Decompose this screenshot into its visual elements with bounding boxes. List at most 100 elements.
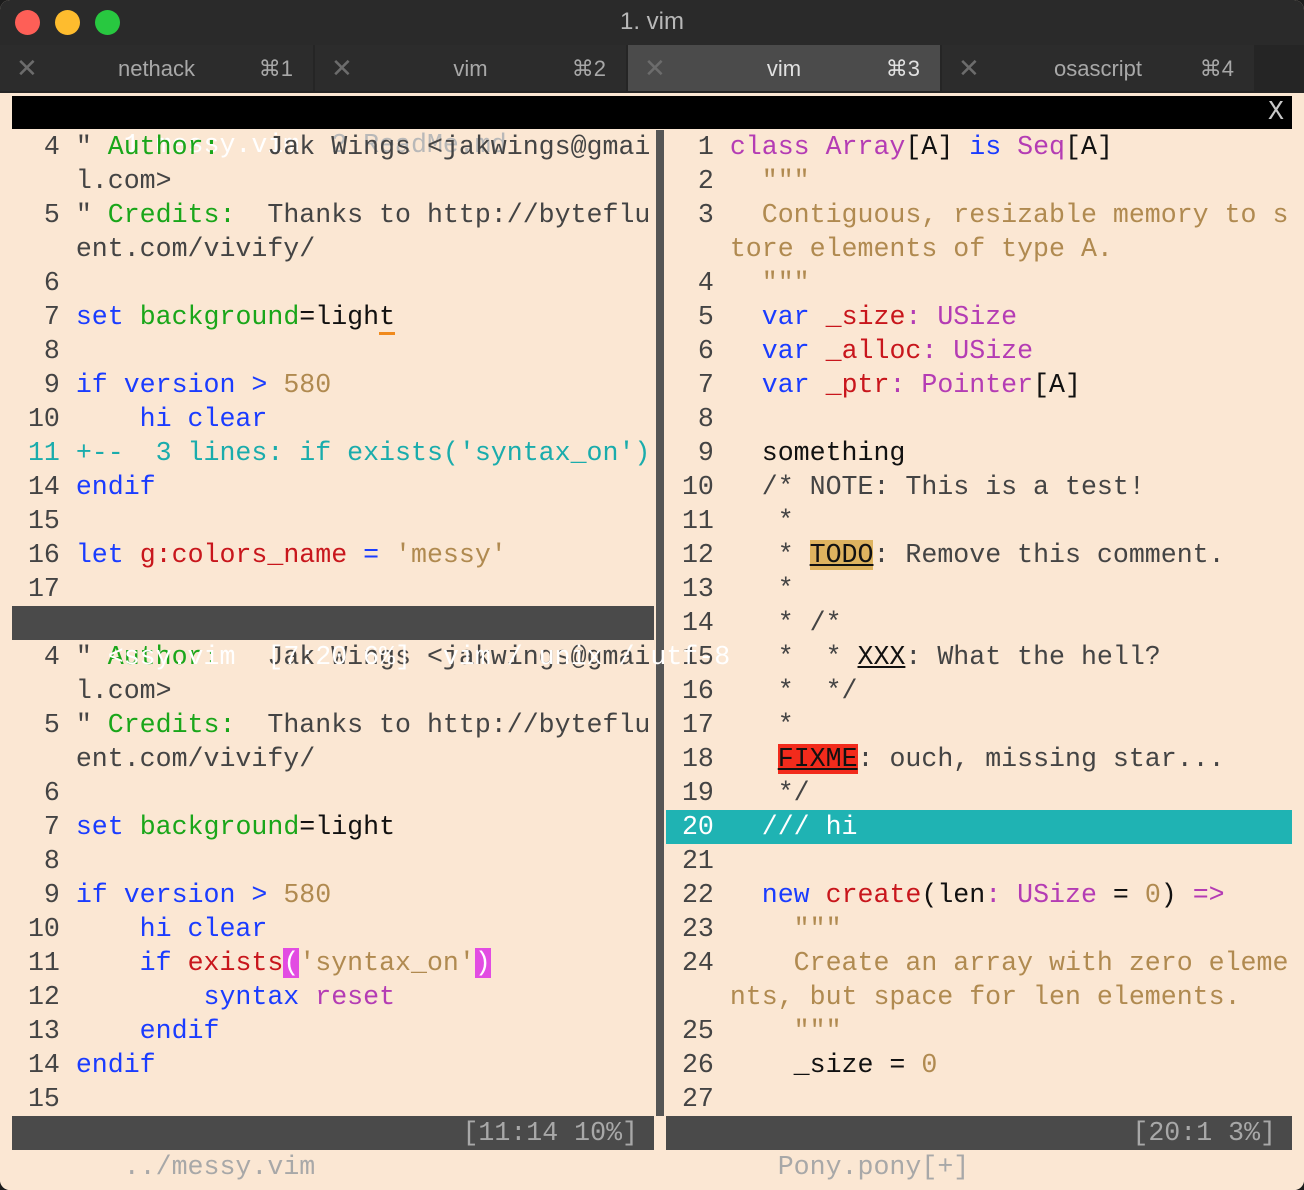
tab-vim-3[interactable]: ✕ vim ⌘3 xyxy=(628,45,940,91)
code-line[interactable]: 15 xyxy=(12,504,654,538)
status-filename: ../messy.vim xyxy=(107,1152,316,1182)
code-line[interactable]: 16 let g:colors_name = 'messy' xyxy=(12,538,654,572)
code-line-current[interactable]: 20 /// hi xyxy=(666,810,1292,844)
code-token-tan: 580 xyxy=(283,880,332,910)
code-line[interactable]: 9 something xyxy=(666,436,1292,470)
code-line[interactable]: 12 syntax reset xyxy=(12,980,654,1014)
code-line[interactable]: 13 endif xyxy=(12,1014,654,1048)
vim-tab-close-button[interactable]: X xyxy=(1268,96,1284,129)
line-number: 9 xyxy=(12,370,76,400)
code-line[interactable]: 26 _size = 0 xyxy=(666,1048,1292,1082)
vim-editor[interactable]: 1 messy.vim 2 ReadMe.md X 4 " Author: Ja… xyxy=(0,93,1304,1190)
tab-shortcut: ⌘3 xyxy=(885,56,920,81)
tab-vim-2[interactable]: ✕ vim ⌘2 xyxy=(315,45,626,91)
code-token-black: (len xyxy=(921,880,986,910)
tab-nethack[interactable]: ✕ nethack ⌘1 xyxy=(0,45,313,91)
code-line[interactable]: 11 * xyxy=(666,504,1292,538)
code-token-green: background xyxy=(139,812,300,842)
vertical-split-separator[interactable] xyxy=(654,130,666,1116)
code-token-red: _ptr xyxy=(825,370,890,400)
code-line[interactable]: 27 xyxy=(666,1082,1292,1116)
code-token-xxx: XXX xyxy=(857,642,906,672)
code-line[interactable]: 2 """ xyxy=(666,164,1292,198)
code-line[interactable]: 6 xyxy=(12,266,654,300)
window-title: 1. vim xyxy=(619,8,684,35)
code-line[interactable]: tore elements of type A. xyxy=(666,232,1292,266)
code-line[interactable]: l.com> xyxy=(12,164,654,198)
line-number: 16 xyxy=(12,540,76,570)
tab-osascript[interactable]: ✕ osascript ⌘4 xyxy=(942,45,1254,91)
code-line[interactable]: 25 """ xyxy=(666,1014,1292,1048)
code-line[interactable]: 15 xyxy=(12,1082,654,1116)
code-line[interactable]: 14 endif xyxy=(12,1048,654,1082)
code-line[interactable]: 9 if version > 580 xyxy=(12,878,654,912)
code-line[interactable]: 11 if exists('syntax_on') xyxy=(12,946,654,980)
code-line[interactable]: 6 xyxy=(12,776,654,810)
code-line[interactable]: 10 hi clear xyxy=(12,402,654,436)
code-line[interactable]: 10 /* NOTE: This is a test! xyxy=(666,470,1292,504)
line-number: 23 xyxy=(666,914,730,944)
code-line[interactable]: 4 " Author: Jak Wings <jakwings@gmai xyxy=(12,130,654,164)
code-line[interactable]: 22 new create(len: USize = 0) => xyxy=(666,878,1292,912)
line-number: 15 xyxy=(12,506,76,536)
line-number: 17 xyxy=(12,574,76,604)
code-token-tan: """ xyxy=(729,166,810,196)
code-line[interactable]: 4 """ xyxy=(666,266,1292,300)
code-line[interactable]: ent.com/vivify/ xyxy=(12,232,654,266)
code-token-tan: tore elements of type A. xyxy=(729,234,1113,264)
code-token-plain: Jak Wings <jakwings@gmai xyxy=(219,132,651,162)
code-line[interactable]: 21 xyxy=(666,844,1292,878)
code-token-tan: 'messy' xyxy=(395,540,507,570)
code-line[interactable]: 7 set background=light xyxy=(12,810,654,844)
code-line[interactable]: 17 xyxy=(12,572,654,606)
code-line[interactable]: 5 " Credits: Thanks to http://byteflu xyxy=(12,198,654,232)
code-token-blue: let xyxy=(75,540,140,570)
code-line[interactable]: 6 var _alloc: USize xyxy=(666,334,1292,368)
code-line[interactable]: 17 * xyxy=(666,708,1292,742)
code-token-black: =light xyxy=(299,812,396,842)
code-line[interactable]: 24 Create an array with zero eleme xyxy=(666,946,1292,980)
code-line[interactable]: 7 set background=light xyxy=(12,300,654,335)
code-line[interactable]: 8 xyxy=(666,402,1292,436)
code-token-tan: 0 xyxy=(921,1050,938,1080)
code-line[interactable]: 18 FIXME: ouch, missing star... xyxy=(666,742,1292,776)
line-number: 14 xyxy=(12,1050,76,1080)
code-token-paren: ( xyxy=(283,948,300,978)
code-line[interactable]: 9 if version > 580 xyxy=(12,368,654,402)
line-number: 11 xyxy=(666,506,730,536)
line-number: 17 xyxy=(666,710,730,740)
code-line[interactable]: 15 * * XXX: What the hell? xyxy=(666,640,1292,674)
code-token-plain: * * xyxy=(729,642,858,672)
line-number: 3 xyxy=(666,200,730,230)
code-line[interactable]: 8 xyxy=(12,844,654,878)
code-line[interactable]: 14 * /* xyxy=(666,606,1292,640)
code-token-blue: is xyxy=(969,132,1018,162)
code-line[interactable]: 13 * xyxy=(666,572,1292,606)
line-number: 10 xyxy=(666,472,730,502)
code-line[interactable]: 7 var _ptr: Pointer[A] xyxy=(666,368,1292,402)
code-line-fold[interactable]: 11 +-- 3 lines: if exists('syntax_on') xyxy=(12,436,654,470)
code-token-plain: " xyxy=(75,200,108,230)
line-number: 22 xyxy=(666,880,730,910)
code-line[interactable]: 16 * */ xyxy=(666,674,1292,708)
code-line[interactable]: 5 " Credits: Thanks to http://byteflu xyxy=(12,708,654,742)
code-token-tan: """ xyxy=(729,268,810,298)
code-line[interactable]: 3 Contiguous, resizable memory to s xyxy=(666,198,1292,232)
code-line[interactable]: 1 class Array[A] is Seq[A] xyxy=(666,130,1292,164)
code-line[interactable]: 14 endif xyxy=(12,470,654,504)
code-line[interactable]: nts, but space for len elements. xyxy=(666,980,1292,1014)
line-number xyxy=(12,166,76,196)
line-number: 2 xyxy=(666,166,730,196)
code-line[interactable]: 23 """ xyxy=(666,912,1292,946)
code-line[interactable]: 5 var _size: USize xyxy=(666,300,1292,334)
code-token-cursor: t xyxy=(379,302,396,335)
code-line[interactable]: 12 * TODO: Remove this comment. xyxy=(666,538,1292,572)
code-line[interactable]: 10 hi clear xyxy=(12,912,654,946)
code-line[interactable]: ent.com/vivify/ xyxy=(12,742,654,776)
line-number: 15 xyxy=(12,1084,76,1114)
code-line[interactable]: l.com> xyxy=(12,674,654,708)
code-token-tan: """ xyxy=(729,914,842,944)
code-line[interactable]: 8 xyxy=(12,334,654,368)
code-line[interactable]: 19 */ xyxy=(666,776,1292,810)
